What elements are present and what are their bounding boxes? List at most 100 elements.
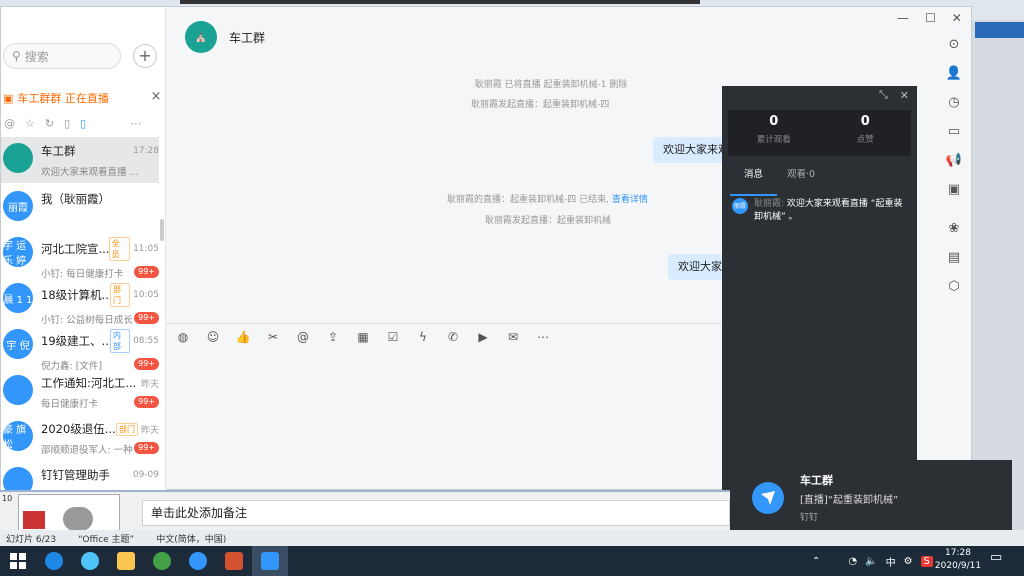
powerpoint-icon[interactable] <box>216 546 252 576</box>
likes-stat: 0 点赞 <box>820 110 912 156</box>
history-icon[interactable]: ◷ <box>948 95 959 110</box>
avatar: 宇 运 乐 婷 <box>3 237 33 267</box>
more-icon[interactable]: ⋯ <box>130 117 141 130</box>
announcement-icon[interactable]: 📢 <box>946 153 962 168</box>
unread-badge: 99+ <box>134 442 159 454</box>
sidebar-scrollbar[interactable] <box>160 219 164 241</box>
search-input[interactable]: ⚲ 搜索 <box>3 43 121 69</box>
star-icon[interactable]: ☆ <box>25 117 35 130</box>
browser-icon[interactable] <box>144 546 180 576</box>
doc-icon[interactable]: ▯ <box>64 117 70 130</box>
conversation-preview: 邵顺顺退役军人: 一种... <box>41 445 135 456</box>
live-banner[interactable]: ▣ 车工群群 正在直播 <box>1 87 166 109</box>
calendar-icon[interactable]: ▦ <box>355 329 371 345</box>
explorer-icon[interactable] <box>108 546 144 576</box>
apps-icon[interactable]: ❀ <box>949 221 960 236</box>
like-icon[interactable]: 👍 <box>235 329 251 345</box>
chat-header: ⛪ 车工群 <box>167 7 939 67</box>
windows-start-icon[interactable] <box>0 546 36 576</box>
list-item[interactable]: 宇 倪 19级建工、... 内部 08:55 倪力鑫: [文件] 99+ <box>1 323 159 372</box>
emoji-icon[interactable]: ☺ <box>205 329 221 345</box>
input-divider <box>167 323 725 324</box>
live-tv-icon[interactable]: ▣ <box>948 182 960 197</box>
live-icon[interactable]: ▶ <box>475 329 491 345</box>
conversation-time: 09-09 <box>132 470 159 480</box>
add-button[interactable]: + <box>133 44 157 68</box>
conversation-preview: 每日健康打卡 <box>41 399 99 410</box>
status-language: 中文(简体，中国) <box>156 534 227 545</box>
gif-icon[interactable]: ◍ <box>175 329 191 345</box>
ding-icon[interactable]: ϟ <box>415 329 431 345</box>
live-message: 丽霞 耿丽霞: 欢迎大家来观看直播 “起重装卸机械” 。 <box>722 198 917 224</box>
conversation-body: 工作通知:河北工... 昨天 每日健康打卡 99+ <box>41 375 159 410</box>
conversation-body: 18级计算机... 部门 10:05 小钉: 公益树每日成长 99+ <box>41 283 159 326</box>
volume-icon[interactable]: 🔈 <box>865 556 877 567</box>
message-bubble[interactable]: 欢迎大家3 <box>668 254 723 280</box>
network-icon[interactable]: ◔ <box>848 556 857 567</box>
call-icon[interactable]: ✆ <box>445 329 461 345</box>
shrink-icon[interactable]: ⤡ <box>879 88 888 102</box>
settings-icon[interactable]: ⚙ <box>904 556 913 567</box>
clock-time: 17:28 <box>945 548 971 558</box>
powerpoint-statusbar: 幻灯片 6/23 “Office 主题” 中文(简体，中国) <box>0 530 1024 546</box>
list-item[interactable]: 车工群 17:28 欢迎大家来观看直播 ... <box>1 137 159 183</box>
close-icon[interactable]: ✕ <box>952 11 962 25</box>
toast-body: 车工群 [直播]“起重装卸机械” 钉钉 <box>800 472 898 523</box>
mention-icon[interactable]: @ <box>295 329 311 345</box>
tab-viewers[interactable]: 观看·0 <box>787 166 815 188</box>
at-icon[interactable]: @ <box>4 117 15 130</box>
taskbar-clock[interactable]: 17:28 2020/9/11 <box>930 547 986 573</box>
live-icon: ▣ <box>3 91 14 105</box>
notification-toast[interactable]: 车工群 [直播]“起重装卸机械” 钉钉 <box>738 460 1012 535</box>
system-tray: ⌃ ◔ 🔈 中 ⚙ S <box>812 546 933 576</box>
cube-icon[interactable]: ⬡ <box>948 279 959 294</box>
view-details-link[interactable]: 查看详情 <box>612 195 648 205</box>
edge-icon[interactable] <box>36 546 72 576</box>
more-icon[interactable]: ⋯ <box>535 329 551 345</box>
avatar: 晨 1 1 <box>3 283 33 313</box>
conversation-filters: @ ☆ ↻ ▯ ▯ ⋯ <box>1 113 166 133</box>
list-item[interactable]: 晨 1 1 18级计算机... 部门 10:05 小钉: 公益树每日成长 99+ <box>1 277 159 326</box>
message-bubble[interactable]: 欢迎大家来观 <box>653 137 723 163</box>
list-item[interactable]: 丽霞 我（耿丽霞） <box>1 185 159 231</box>
mail-icon[interactable]: ✉ <box>505 329 521 345</box>
app-icon[interactable] <box>252 546 288 576</box>
ime-indicator[interactable]: 中 <box>886 554 896 569</box>
minimize-icon[interactable]: — <box>897 11 909 25</box>
maximize-icon[interactable]: ☐ <box>925 11 936 25</box>
thumbnail-graphic <box>23 511 45 529</box>
upload-icon[interactable]: ⇪ <box>325 329 341 345</box>
conversation-time: 17:28 <box>133 146 159 156</box>
dingtalk-taskbar-icon[interactable] <box>180 546 216 576</box>
notebook-icon[interactable]: ▤ <box>948 250 960 265</box>
refresh-icon[interactable]: ↻ <box>45 117 54 130</box>
avatar: 宇 倪 <box>3 329 33 359</box>
notification-center-icon[interactable]: ▭ <box>990 550 1002 565</box>
views-count: 0 <box>769 114 779 129</box>
live-banner-close-icon[interactable]: × <box>149 87 163 107</box>
folder-icon[interactable]: ▭ <box>948 124 960 139</box>
chevron-up-icon[interactable]: ⌃ <box>812 556 820 567</box>
conversation-body: 2020级退伍... 部门 昨天 邵顺顺退役军人: 一种... 99+ <box>41 421 159 456</box>
list-item[interactable]: 工作通知:河北工... 昨天 每日健康打卡 99+ <box>1 369 159 415</box>
screenshot-icon[interactable]: ✂ <box>265 329 281 345</box>
add-member-icon[interactable]: 👤 <box>946 66 962 81</box>
more-options-icon[interactable]: ⊙ <box>949 37 960 52</box>
system-message: 耿丽霞发起直播：起重装卸机械-四 <box>471 100 610 110</box>
live-message-body: 耿丽霞: 欢迎大家来观看直播 “起重装卸机械” 。 <box>754 198 907 224</box>
group-avatar[interactable]: ⛪ <box>185 21 217 53</box>
avatar <box>3 375 33 405</box>
task-icon[interactable]: ☑ <box>385 329 401 345</box>
notes-input[interactable]: 单击此处添加备注 <box>142 500 730 526</box>
list-item[interactable]: 宇 运 乐 婷河北工院宣... 全员 11:05 小钉: 每日健康打卡 99+ <box>1 231 159 280</box>
live-panel-close-icon[interactable]: ✕ <box>900 89 909 102</box>
conversation-body: 19级建工、... 内部 08:55 倪力鑫: [文件] 99+ <box>41 329 159 372</box>
slide-thumbnail[interactable] <box>18 494 120 532</box>
toast-text: [直播]“起重装卸机械” <box>800 495 899 506</box>
views-label: 累计观看 <box>756 135 791 145</box>
file-icon[interactable]: ▯ <box>80 117 86 130</box>
list-item[interactable]: 豪 旗 松 2020级退伍... 部门 昨天 邵顺顺退役军人: 一种... 99+ <box>1 415 159 461</box>
live-banner-text: 车工群群 正在直播 <box>17 92 109 105</box>
tab-messages[interactable]: 消息 <box>729 166 778 196</box>
ie-icon[interactable] <box>72 546 108 576</box>
